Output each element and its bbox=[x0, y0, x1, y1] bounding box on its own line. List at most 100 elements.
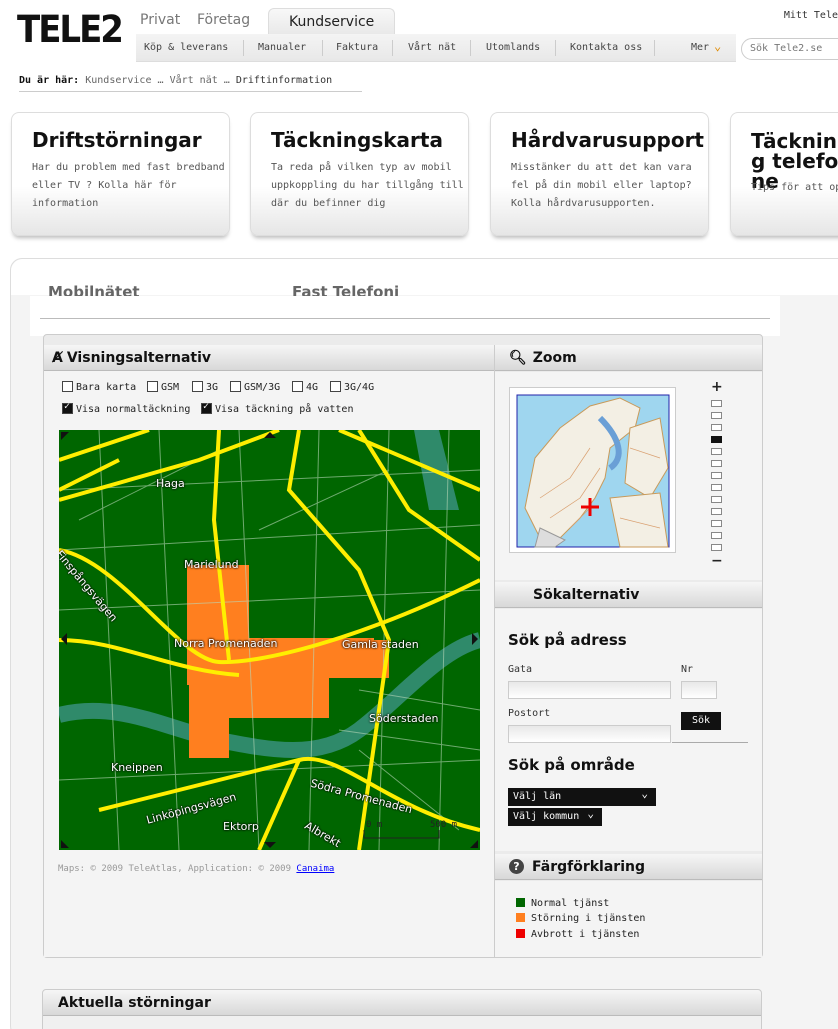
checkbox-label: Visa täckning på vatten bbox=[215, 404, 354, 415]
divider bbox=[654, 40, 655, 56]
zoom-level-current[interactable] bbox=[711, 436, 722, 443]
overview-map[interactable] bbox=[509, 387, 676, 553]
search-options-header: Sökalternativ bbox=[495, 582, 762, 608]
mitt-tele-link[interactable]: Mitt Tele bbox=[784, 10, 838, 21]
search-button[interactable]: Sök bbox=[681, 712, 721, 730]
checkbox-4g[interactable]: 4G bbox=[292, 381, 318, 393]
address-heading: Sök på adress bbox=[508, 631, 627, 649]
copyright-text: Maps: © 2009 TeleAtlas, Application: © 2… bbox=[58, 864, 291, 874]
breadcrumb-vart-nat[interactable]: Vårt nät bbox=[170, 75, 218, 86]
checkbox-gsm-3g[interactable]: GSM/3G bbox=[230, 381, 280, 393]
subnav-manualer[interactable]: Manualer bbox=[258, 42, 306, 53]
checkbox-box[interactable] bbox=[62, 401, 73, 414]
checkbox-box[interactable] bbox=[230, 381, 241, 392]
zoom-level[interactable] bbox=[711, 496, 722, 503]
checkbox-label: Visa normaltäckning bbox=[76, 404, 191, 415]
number-field[interactable] bbox=[681, 681, 717, 699]
divider bbox=[392, 40, 393, 56]
card-tackning-telefon[interactable]: Täckning telefone Tips för att op mobila… bbox=[730, 112, 838, 236]
subnav-faktura[interactable]: Faktura bbox=[336, 42, 378, 53]
checkbox-box[interactable] bbox=[201, 401, 212, 414]
checkbox-box[interactable] bbox=[192, 381, 203, 392]
card-text: Misstänker du att det kan vara fel på di… bbox=[511, 162, 692, 209]
legend-item: Normal tjänst bbox=[516, 898, 609, 909]
card-title: Hårdvarusupport bbox=[511, 128, 704, 152]
subnav-kontakta[interactable]: Kontakta oss bbox=[570, 42, 642, 53]
subnav-utomlands[interactable]: Utomlands bbox=[486, 42, 540, 53]
zoom-level[interactable] bbox=[711, 544, 722, 551]
divider bbox=[40, 318, 770, 319]
checkbox-box[interactable] bbox=[147, 381, 158, 392]
zoom-level[interactable] bbox=[711, 532, 722, 539]
checkbox-box[interactable] bbox=[62, 381, 73, 392]
divider bbox=[672, 742, 748, 743]
checkbox-bara-karta[interactable]: Bara karta bbox=[62, 381, 136, 393]
checkbox-visa-vatten[interactable]: Visa täckning på vatten bbox=[201, 401, 354, 415]
subnav: Köp & leverans Manualer Faktura Vårt nät… bbox=[136, 34, 736, 62]
tab-privat[interactable]: Privat bbox=[140, 12, 180, 28]
legend-swatch bbox=[516, 929, 525, 938]
divider bbox=[322, 40, 323, 56]
checkbox-label: Bara karta bbox=[76, 382, 137, 393]
breadcrumb: Du är här: Kundservice … Vårt nät … Drif… bbox=[19, 75, 362, 92]
legend-swatch bbox=[516, 913, 525, 922]
checkbox-label: GSM/3G bbox=[244, 382, 281, 393]
card-driftstorningar[interactable]: Driftstörningar Har du problem med fast … bbox=[11, 112, 230, 236]
tab-content-area bbox=[30, 296, 780, 336]
subnav-vart-nat[interactable]: Vårt nät bbox=[408, 42, 456, 53]
map-label: Söderstaden bbox=[369, 712, 439, 725]
legend-title: Färgförklaring bbox=[532, 859, 645, 875]
overview-map-graphic bbox=[516, 394, 670, 548]
breadcrumb-sep: … bbox=[157, 75, 164, 86]
card-text: Tips för att op mobilanvändand bbox=[751, 182, 838, 193]
zoom-level[interactable] bbox=[711, 460, 722, 467]
zoom-level[interactable] bbox=[711, 472, 722, 479]
legend-label: Avbrott i tjänsten bbox=[531, 929, 640, 940]
zoom-level[interactable] bbox=[711, 424, 722, 431]
search-input[interactable]: Sök Tele2.se bbox=[741, 38, 838, 60]
subnav-mer[interactable]: Mer bbox=[691, 42, 709, 53]
divider bbox=[555, 40, 556, 56]
zoom-out-button[interactable]: − bbox=[711, 554, 725, 568]
card-tackningskarta[interactable]: Täckningskarta Ta reda på vilken typ av … bbox=[250, 112, 469, 236]
card-title: Täckningskarta bbox=[271, 128, 443, 152]
magnifier-icon: 🔍︎ bbox=[509, 350, 527, 366]
breadcrumb-kundservice[interactable]: Kundservice bbox=[85, 75, 151, 86]
zoom-level[interactable] bbox=[711, 412, 722, 419]
tab-foretag[interactable]: Företag bbox=[197, 12, 250, 28]
coverage-map[interactable]: Haga Marielund Finspångsvägen Norra Prom… bbox=[59, 430, 480, 850]
county-select[interactable]: Välj län bbox=[508, 785, 656, 806]
checkbox-3g[interactable]: 3G bbox=[192, 381, 218, 393]
breadcrumb-current: Driftinformation bbox=[235, 75, 333, 86]
checkbox-label: GSM bbox=[161, 382, 180, 393]
zoom-level[interactable] bbox=[711, 520, 722, 527]
help-icon[interactable]: ? bbox=[509, 859, 524, 874]
zoom-level[interactable] bbox=[711, 484, 722, 491]
tele2-logo[interactable]: TELE2 bbox=[17, 8, 124, 52]
checkbox-gsm[interactable]: GSM bbox=[147, 381, 179, 393]
legend-item: Störning i tjänsten bbox=[516, 913, 645, 924]
postal-field[interactable] bbox=[508, 725, 671, 743]
zoom-level[interactable] bbox=[711, 508, 722, 515]
chevron-down-icon[interactable]: ⌄ bbox=[714, 39, 721, 53]
checkbox-box[interactable] bbox=[292, 381, 303, 392]
zoom-in-button[interactable]: + bbox=[711, 380, 725, 394]
tab-kundservice[interactable]: Kundservice bbox=[268, 8, 396, 34]
zoom-level[interactable] bbox=[711, 400, 722, 407]
legend-item: Avbrott i tjänsten bbox=[516, 929, 639, 940]
legend-label: Normal tjänst bbox=[531, 898, 610, 909]
card-text: Har du problem med fast bredband eller T… bbox=[32, 162, 225, 209]
card-hardvarusupport[interactable]: Hårdvarusupport Misstänker du att det ka… bbox=[490, 112, 709, 236]
municipality-select[interactable]: Välj kommun bbox=[508, 805, 602, 826]
antenna-icon: Ⱥ bbox=[52, 350, 63, 366]
subnav-kop-leverans[interactable]: Köp & leverans bbox=[144, 42, 228, 53]
divider bbox=[243, 40, 244, 56]
canaima-link[interactable]: Canaima bbox=[296, 864, 334, 874]
checkbox-3g-4g[interactable]: 3G/4G bbox=[330, 381, 374, 393]
checkbox-box[interactable] bbox=[330, 381, 341, 392]
zoom-slider[interactable]: + − bbox=[711, 380, 725, 568]
checkbox-label: 3G bbox=[206, 382, 219, 393]
checkbox-visa-normaltackning[interactable]: Visa normaltäckning bbox=[62, 401, 191, 415]
street-field[interactable] bbox=[508, 681, 671, 699]
zoom-level[interactable] bbox=[711, 448, 722, 455]
